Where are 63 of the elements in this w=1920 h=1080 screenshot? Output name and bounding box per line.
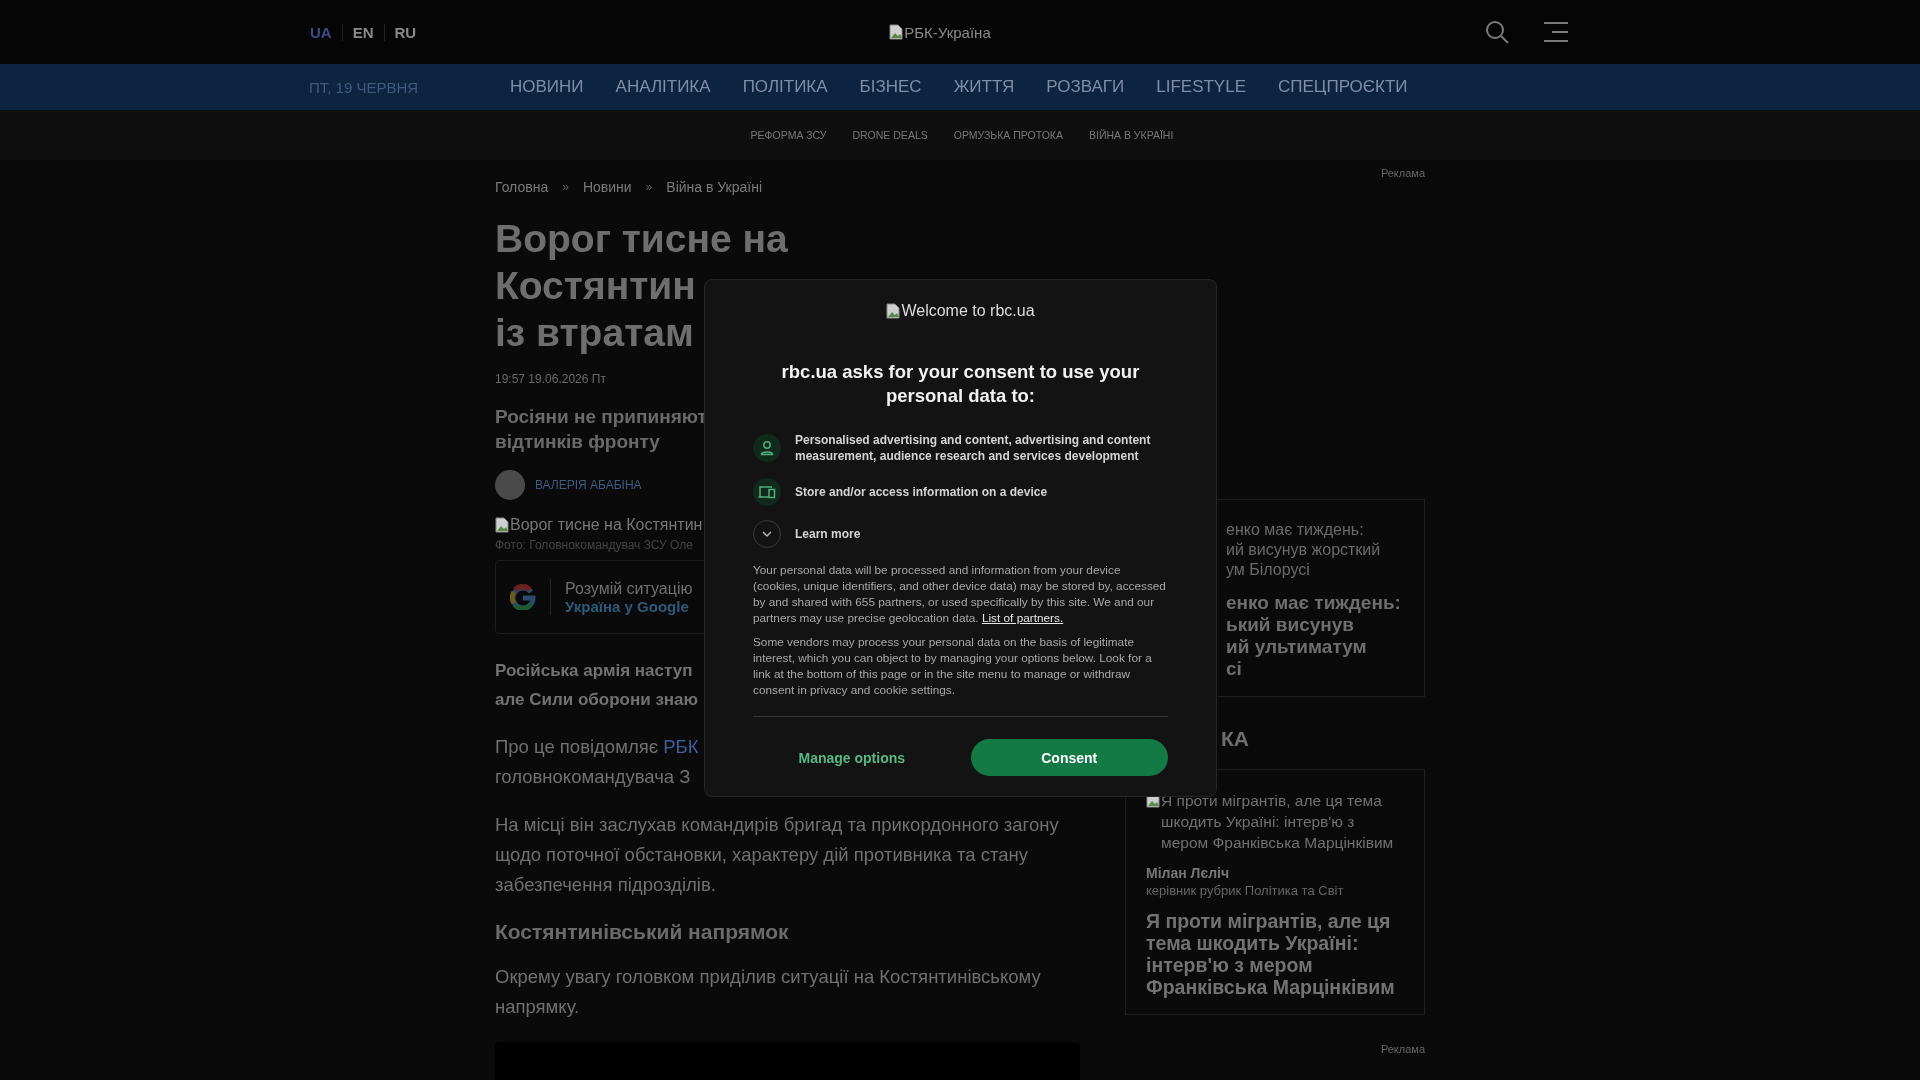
nav-link[interactable]: АНАЛІТИКА <box>615 77 711 97</box>
article-paragraph: Російська армія наступ але Сили оборони знаю <box>495 660 699 711</box>
image-alt-text: енко має тиждень: ий висунув жорсткий ум Білорусі <box>1226 520 1381 580</box>
tag-link[interactable]: ОРМУЗЬКА ПРОТОКА <box>953 129 1063 141</box>
nav-link[interactable]: ЖИТТЯ <box>953 77 1015 97</box>
broken-image-icon <box>495 517 509 533</box>
broken-image-icon <box>889 24 904 40</box>
article-paragraph: На місці він заслухав командирів бригад та прикордонного загону щодо поточної обстановки, характеру дій противника та стану забезпечення підрозділів. <box>495 813 1060 897</box>
promo-text: Розумій ситуацію <box>565 579 693 598</box>
author-name: Мілан Лєліч <box>1146 865 1231 881</box>
consent-text: Your personal data will be processed and information from your device (cookies, unique identifiers, and other device data) may be stored by, accessed by and shared with 655 partners, or used specifically by this site. We and our partners may use precise geolocation data. List of partners. <box>753 562 1167 626</box>
nav-link[interactable]: LIFESTYLE <box>1156 77 1246 97</box>
date-text: ПТ, 19 ЧЕРВНЯ <box>309 78 420 96</box>
menu-icon[interactable] <box>1542 21 1570 43</box>
nav-link[interactable]: ПОЛІТИКА <box>742 77 828 97</box>
author-avatar <box>495 470 525 500</box>
article-lead: Росіяни не припиняют відтинків фронту <box>495 405 707 454</box>
purpose-text: Personalised advertising and content, advertising and content measurement, audience research and services development <box>795 432 1152 464</box>
nav-link[interactable]: РОЗВАГИ <box>1046 77 1125 97</box>
photo-caption: Фото: Головнокомандувач ЗСУ Оле <box>495 538 694 552</box>
breadcrumb-link[interactable]: Головна <box>495 179 549 195</box>
article-title: Ворог тисне на Костянтин із втратам <box>495 216 788 356</box>
article-paragraph: Окрему увагу головком приділив ситуації на Костянтинівському напрямку. <box>495 965 1042 1019</box>
consent-button[interactable]: Consent <box>970 739 1168 776</box>
learn-more-link[interactable]: Learn more <box>795 526 861 542</box>
source-link[interactable]: РБК <box>663 736 699 757</box>
nav-link[interactable]: БІЗНЕС <box>859 77 922 97</box>
search-icon[interactable] <box>1484 19 1510 45</box>
breadcrumb-separator: » <box>645 180 653 194</box>
chevron-icon <box>761 530 773 538</box>
breadcrumb-link[interactable]: Війна в Україні <box>666 179 762 195</box>
promo-link[interactable]: Україна у Google <box>565 597 693 615</box>
language-link[interactable]: RU <box>383 23 427 41</box>
section-heading: Костянтинівський напрямок <box>495 920 790 944</box>
manage-options-button[interactable]: Manage options <box>753 739 951 776</box>
ad-label: Реклама <box>1379 167 1425 179</box>
nav-link[interactable]: СПЕЦПРОЄКТИ <box>1278 77 1408 97</box>
devices-icon <box>753 478 781 506</box>
language-link[interactable]: UA <box>310 23 342 41</box>
news-headline: Я проти мігрантів, але ця тема шкодить Україні: інтерв'ю з мером Франківська Марцінківим <box>1146 910 1396 998</box>
broken-image-icon <box>886 303 901 319</box>
person-icon <box>753 434 781 462</box>
nav-link[interactable]: НОВИНИ <box>510 77 584 97</box>
dialog-heading: rbc.ua asks for your consent to use your personal data to: <box>780 360 1141 408</box>
image-alt-text: Ворог тисне на Костянтин <box>510 516 703 534</box>
ad-label: Реклама <box>1379 1043 1425 1055</box>
breadcrumb-link[interactable]: Новини <box>582 179 632 195</box>
image-alt-text: Welcome to rbc.ua <box>901 302 1035 320</box>
partners-link[interactable]: List of partners. <box>981 611 1064 625</box>
author-link[interactable]: ВАЛЕРІЯ АБАБІНА <box>535 478 642 492</box>
image-alt-text: РБК-Україна <box>904 23 991 41</box>
tag-link[interactable]: РЕФОРМА ЗСУ <box>750 129 827 141</box>
language-link[interactable]: EN <box>341 23 384 41</box>
news-headline: енко має тиждень: ький висунув ий ультиматум сі <box>1226 592 1401 680</box>
breadcrumb-separator: » <box>562 180 569 194</box>
author-role: керівник рубрик Політика та Світ <box>1146 883 1345 898</box>
tag-link[interactable]: ВІЙНА В УКРАЇНІ <box>1088 129 1174 141</box>
purpose-text: Store and/or access information on a device <box>795 484 1048 500</box>
multicolor-logo-icon <box>510 584 536 610</box>
section-title: КА <box>1221 727 1250 751</box>
publish-date: 19:57 19.06.2026 Пт <box>495 372 606 386</box>
consent-text: Some vendors may process your personal data on the basis of legitimate interest, which you can object to by managing your options below. Look for a link at the bottom of this page or in the site menu to manage or withdraw consent in privacy and cookie settings. <box>753 634 1153 698</box>
tag-link[interactable]: DRONE DEALS <box>852 129 928 141</box>
